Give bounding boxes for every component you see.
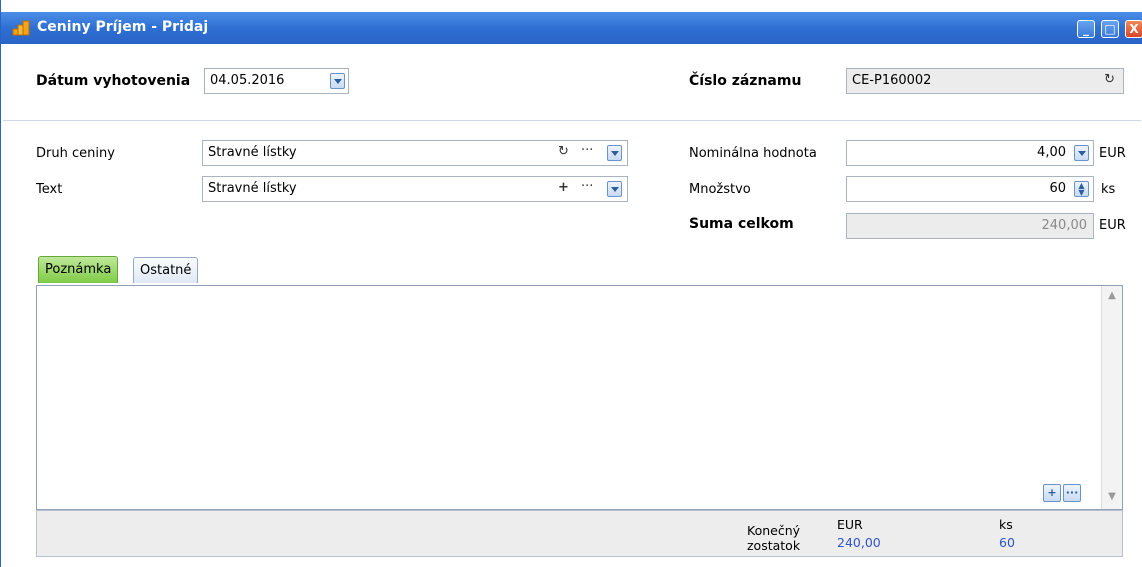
- balance-eur-value: 240,00: [837, 535, 881, 550]
- more-icon[interactable]: ···: [581, 179, 593, 194]
- add-icon[interactable]: +: [558, 180, 569, 195]
- nominal-unit: EUR: [1099, 146, 1126, 161]
- record-number-value: CE-P160002: [852, 73, 932, 88]
- text-value: Stravné lístky: [208, 181, 297, 196]
- voucher-type-dropdown-icon[interactable]: [607, 145, 622, 161]
- text-dropdown-icon[interactable]: [607, 181, 622, 197]
- nominal-dropdown-icon[interactable]: [1074, 145, 1089, 161]
- quantity-stepper[interactable]: 60 ▲ ▼: [846, 176, 1094, 202]
- balance-label-line1: Konečný: [747, 523, 801, 538]
- sum-total-unit: EUR: [1099, 218, 1126, 233]
- more-icon[interactable]: ···: [581, 143, 593, 158]
- header-divider: [3, 120, 1141, 121]
- note-textarea[interactable]: ▲ ▼ + ···: [36, 285, 1123, 510]
- nominal-value: 4,00: [1037, 145, 1066, 160]
- tab-other[interactable]: Ostatné: [133, 257, 199, 283]
- maximize-button[interactable]: □: [1101, 20, 1119, 38]
- refresh-icon[interactable]: ↻: [558, 144, 569, 159]
- balance-footer: Konečný zostatok EUR 240,00 ks 60: [36, 510, 1123, 557]
- balance-ks-header: ks: [999, 517, 1013, 532]
- record-number-field[interactable]: CE-P160002 ↻: [846, 68, 1124, 94]
- date-label: Dátum vyhotovenia: [36, 73, 191, 89]
- sum-total-field: 240,00: [846, 213, 1094, 239]
- date-field[interactable]: 04.05.2016: [204, 68, 349, 94]
- date-value: 04.05.2016: [210, 73, 285, 88]
- tab-note[interactable]: Poznámka: [38, 256, 119, 283]
- voucher-type-value: Stravné lístky: [208, 145, 297, 160]
- quantity-unit: ks: [1101, 182, 1116, 197]
- nominal-value-field[interactable]: 4,00: [846, 140, 1094, 166]
- text-field[interactable]: Stravné lístky + ···: [202, 176, 628, 202]
- balance-label-line2: zostatok: [747, 538, 801, 553]
- sum-total-value: 240,00: [1041, 218, 1088, 233]
- date-dropdown-icon[interactable]: [330, 73, 345, 89]
- refresh-icon[interactable]: ↻: [1104, 72, 1115, 87]
- quantity-value: 60: [1049, 181, 1066, 196]
- record-number-label: Číslo záznamu: [689, 73, 802, 89]
- voucher-type-field[interactable]: Stravné lístky ↻ ···: [202, 140, 628, 166]
- close-button[interactable]: X: [1125, 20, 1142, 38]
- quantity-label: Množstvo: [689, 182, 751, 197]
- scroll-down-icon[interactable]: ▼: [1106, 491, 1118, 503]
- minimize-button[interactable]: _: [1077, 20, 1095, 38]
- nominal-value-label: Nominálna hodnota: [689, 146, 817, 161]
- add-note-button[interactable]: +: [1043, 484, 1061, 502]
- title-bar[interactable]: Ceniny Príjem - Pridaj _ □ X: [1, 12, 1142, 44]
- balance-eur-header: EUR: [837, 517, 863, 532]
- spinner-icon[interactable]: ▲ ▼: [1074, 181, 1089, 197]
- text-label: Text: [36, 182, 63, 197]
- more-note-button[interactable]: ···: [1063, 484, 1081, 502]
- balance-ks-value: 60: [999, 535, 1015, 550]
- scroll-up-icon[interactable]: ▲: [1106, 290, 1118, 302]
- sum-total-label: Suma celkom: [689, 216, 794, 232]
- voucher-type-label: Druh ceniny: [36, 146, 115, 161]
- vertical-scrollbar[interactable]: ▲ ▼: [1101, 286, 1122, 509]
- coins-icon: [12, 20, 30, 36]
- dialog-window: Ceniny Príjem - Pridaj _ □ X Dátum vyhot…: [0, 0, 1142, 567]
- window-title: Ceniny Príjem - Pridaj: [37, 19, 209, 35]
